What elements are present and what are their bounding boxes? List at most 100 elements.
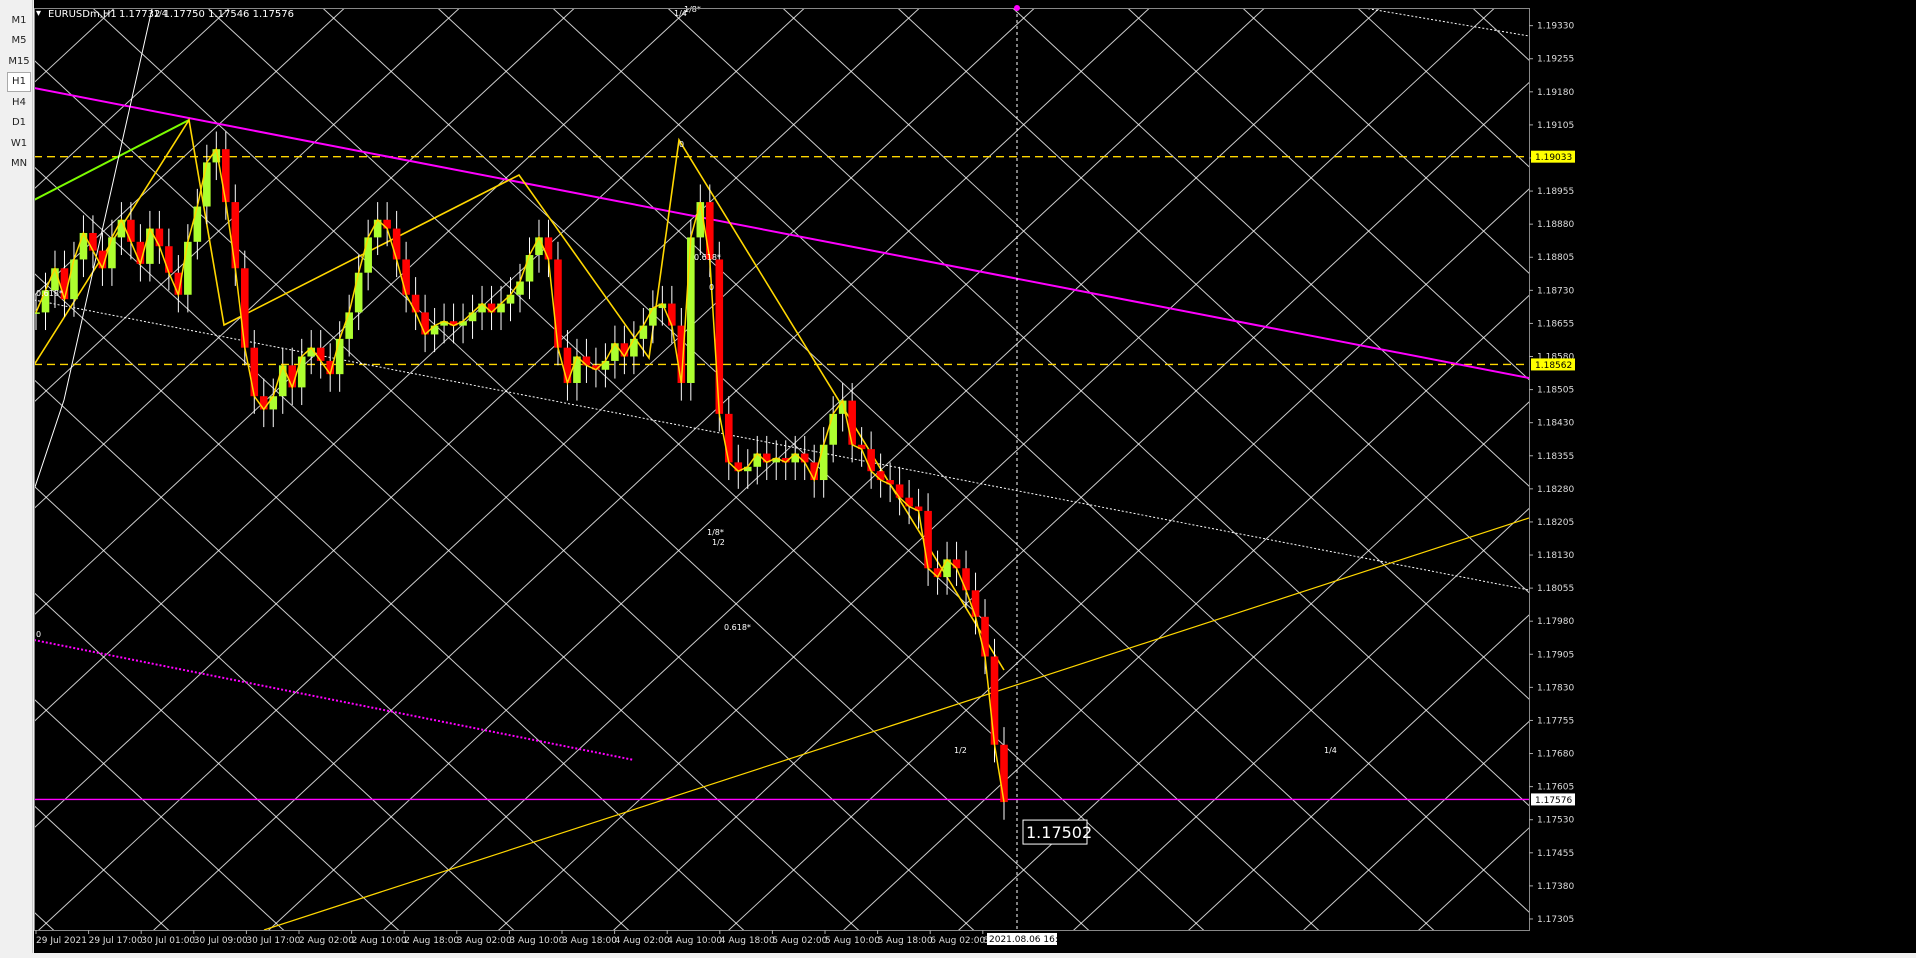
candle-body	[952, 559, 961, 569]
candle-body	[89, 232, 97, 251]
candle-body	[297, 356, 306, 388]
fib-label: 1/2	[954, 746, 967, 755]
candle-body	[506, 294, 515, 304]
candle-body	[240, 268, 249, 348]
y-tick-label: 1.19330	[1537, 22, 1574, 32]
x-tick-label: 2 Aug 10:00	[352, 936, 407, 946]
candle-body	[876, 471, 885, 481]
y-tick-label: 1.17755	[1537, 716, 1574, 726]
candle-body	[905, 497, 913, 507]
y-tick-label: 1.17680	[1537, 750, 1574, 760]
x-tick-label: 5 Aug 10:00	[825, 936, 880, 946]
fib-label: 1/8*	[707, 528, 724, 537]
price-label: 1.17576	[1535, 796, 1572, 806]
y-tick-label: 1.17905	[1537, 650, 1574, 660]
y-tick-label: 1.17455	[1537, 849, 1574, 859]
x-tick-label: 5 Aug 02:00	[772, 936, 827, 946]
candle-body	[193, 206, 202, 242]
y-tick-label: 1.18880	[1537, 220, 1574, 230]
y-tick-label: 1.17980	[1537, 617, 1574, 627]
y-tick-label: 1.17305	[1537, 915, 1574, 925]
candle-body	[800, 453, 809, 463]
timeframe-h4-button[interactable]: H4	[7, 92, 31, 112]
candle-body	[554, 259, 562, 348]
timeframe-w1-button[interactable]: W1	[7, 133, 31, 153]
y-tick-label: 1.19180	[1537, 88, 1574, 98]
candle-body	[259, 396, 268, 410]
x-tick-label: 3 Aug 18:00	[562, 936, 617, 946]
x-tick-label: 6 Aug 02:00	[930, 936, 985, 946]
fib-label: 0	[709, 283, 714, 292]
candle-body	[127, 219, 135, 242]
candle-body	[573, 356, 581, 383]
candle-body	[430, 325, 439, 335]
crosshair-price-label: 1.17502	[1026, 823, 1092, 842]
x-tick-label: 3 Aug 10:00	[509, 936, 564, 946]
candle-body	[165, 246, 173, 273]
timeframe-toolbar: M1 M5 M15 H1 H4 D1 W1 MN	[0, 0, 33, 953]
x-tick-label: 2 Aug 18:00	[404, 936, 459, 946]
price-label: 1.18562	[1535, 361, 1572, 371]
price-chart[interactable]: 0.618* 0 0 0.618* 0 1/8* 1/2 0.618* 1/2 1/4 1/8* 1/…	[34, 0, 1916, 953]
timeframe-d1-button[interactable]: D1	[7, 113, 31, 133]
x-tick-label: 4 Aug 02:00	[615, 936, 670, 946]
fib-label: 0.618*	[694, 253, 721, 262]
candle-body	[829, 413, 837, 445]
candle-body	[250, 347, 259, 397]
candle-body	[345, 312, 353, 339]
timeframe-m5-button[interactable]: M5	[7, 31, 31, 51]
y-tick-label: 1.18955	[1537, 187, 1574, 197]
x-tick-label: 4 Aug 10:00	[667, 936, 722, 946]
candle-body	[924, 510, 932, 569]
fib-label: 0.618*	[724, 623, 751, 632]
candle-body	[70, 259, 78, 300]
candle-body	[724, 413, 733, 463]
candle-body	[867, 449, 875, 472]
y-tick-label: 1.18055	[1537, 584, 1574, 594]
x-tick-label: 29 Jul 17:00	[89, 936, 143, 946]
candle-body	[364, 237, 372, 273]
ohlc-quote: 1.17732 1.17750 1.17546 1.17576	[119, 9, 294, 20]
y-tick-label: 1.17380	[1537, 882, 1574, 892]
candle-body	[478, 303, 486, 313]
timeframe-h1-button[interactable]: H1	[7, 71, 31, 92]
candle-body	[316, 347, 325, 361]
y-tick-label: 1.18130	[1537, 551, 1574, 561]
y-tick-label: 1.18205	[1537, 518, 1574, 528]
y-tick-label: 1.18730	[1537, 286, 1574, 296]
candle-body	[516, 281, 524, 295]
candle-body	[487, 303, 496, 313]
fib-label: 1/4	[674, 9, 687, 18]
y-tick-label: 1.18280	[1537, 485, 1574, 495]
candle-body	[117, 219, 126, 238]
x-tick-label: 30 Jul 09:00	[194, 936, 248, 946]
candle-body	[155, 228, 164, 247]
candle-body	[962, 568, 970, 591]
candle-body	[971, 590, 980, 617]
symbol-title: EURUSDm,H1	[48, 9, 117, 20]
timeframe-mn-button[interactable]: MN	[7, 154, 31, 174]
candle-body	[715, 259, 724, 414]
chart-canvas[interactable]: 0.618*000.618*01/8*1/20.618*1/2 1/41/8*1/…	[34, 0, 1916, 953]
candle-body	[848, 400, 856, 445]
candle-body	[354, 272, 363, 313]
candle-body	[335, 338, 344, 375]
timeframe-m15-button[interactable]: M15	[7, 51, 31, 71]
candle-body	[108, 237, 116, 269]
dropdown-arrow-icon[interactable]: ▾	[36, 8, 41, 19]
fib-label: 1/2	[712, 538, 725, 547]
timeframe-m1-button[interactable]: M1	[7, 10, 31, 30]
x-tick-label: 3 Aug 02:00	[457, 936, 512, 946]
candle-body	[895, 484, 904, 498]
x-tick-label: 29 Jul 2021	[36, 936, 87, 946]
crosshair-time-label: 2021.08.06 16:00	[989, 935, 1070, 945]
y-tick-label: 1.18430	[1537, 419, 1574, 429]
candle-body	[269, 396, 278, 410]
candle-body	[184, 241, 192, 295]
candle-body	[630, 338, 638, 357]
y-tick-label: 1.19105	[1537, 121, 1574, 131]
y-tick-label: 1.18505	[1537, 386, 1574, 396]
candle-body	[706, 202, 714, 260]
candle-body	[981, 616, 989, 657]
y-tick-label: 1.17530	[1537, 816, 1574, 826]
